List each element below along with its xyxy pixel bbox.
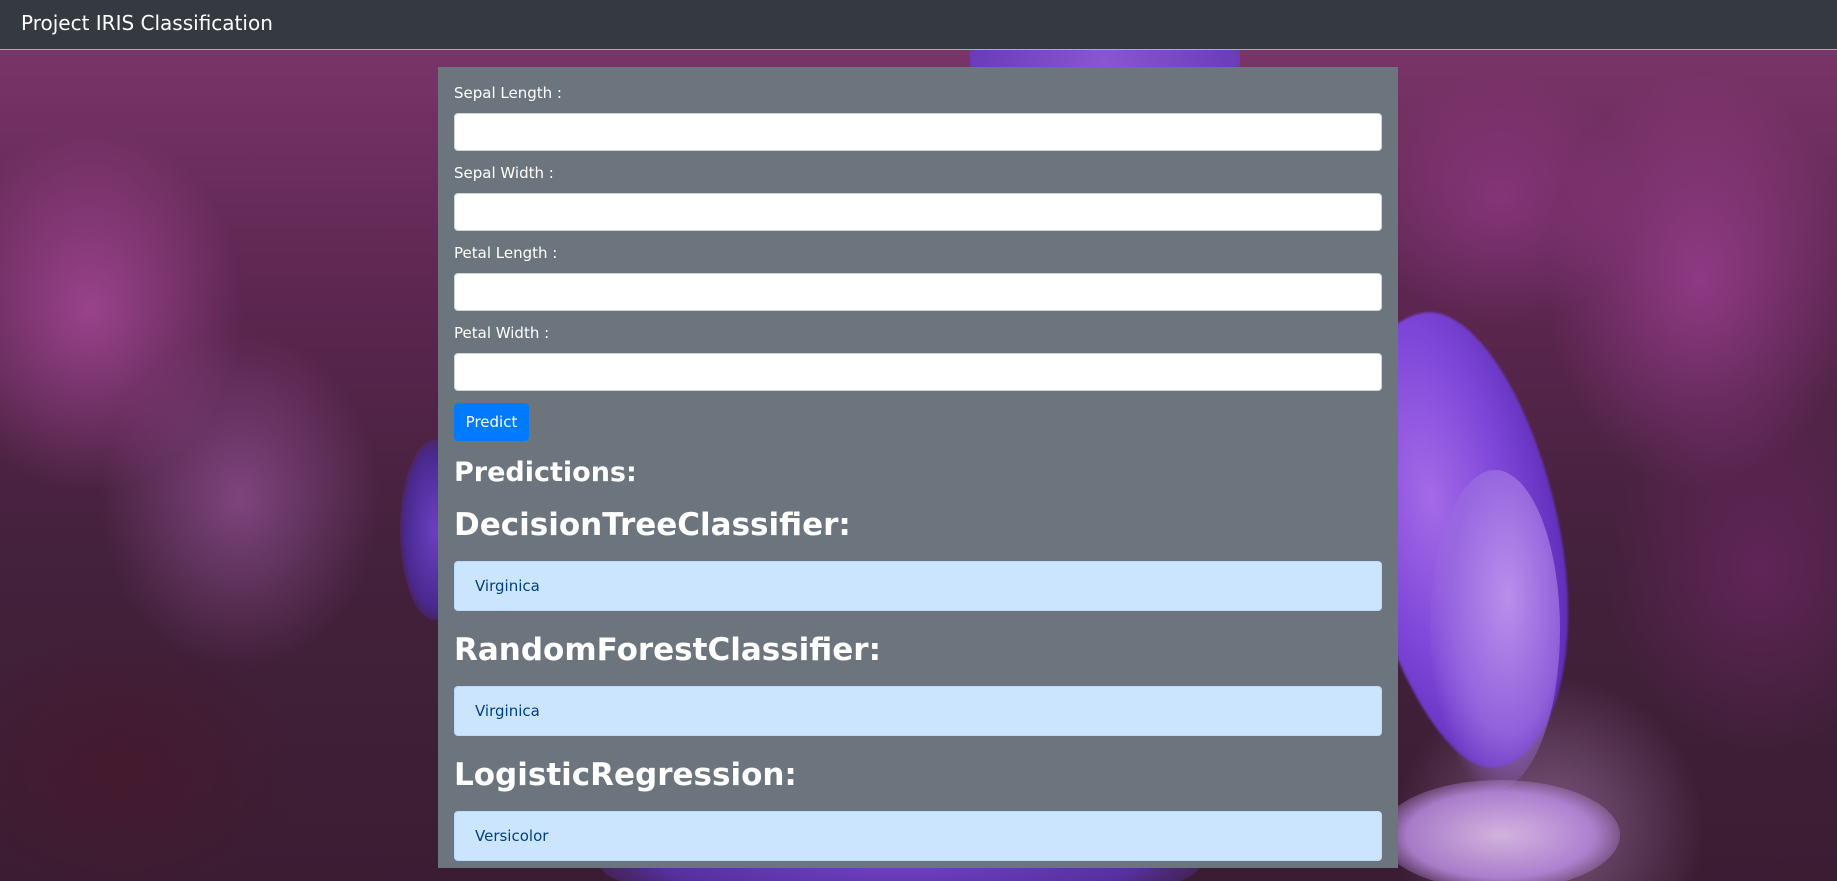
petal-length-label: Petal Length : [454,244,558,262]
model-name-logistic-regression: LogisticRegression: [454,757,797,793]
flower-petal-decoration [1430,470,1560,790]
petal-width-input[interactable] [454,353,1382,391]
model-name-decision-tree: DecisionTreeClassifier: [454,507,851,543]
sepal-length-label: Sepal Length : [454,84,562,102]
navbar-brand-link[interactable]: Project IRIS Classification [21,11,273,35]
sepal-width-label: Sepal Width : [454,164,554,182]
sepal-length-input[interactable] [454,113,1382,151]
prediction-result-logistic-regression: Versicolor [454,811,1382,861]
prediction-result-decision-tree: Virginica [454,561,1382,611]
prediction-result-random-forest: Virginica [454,686,1382,736]
predictions-heading: Predictions: [454,457,637,488]
petal-width-label: Petal Width : [454,324,550,342]
model-name-random-forest: RandomForestClassifier: [454,632,881,668]
predict-button[interactable]: Predict [454,403,529,441]
sepal-width-input[interactable] [454,193,1382,231]
prediction-card: Sepal Length : Sepal Width : Petal Lengt… [438,67,1398,868]
flower-petal-decoration [1380,780,1620,881]
navbar: Project IRIS Classification [0,0,1837,50]
iris-form: Sepal Length : Sepal Width : Petal Lengt… [454,83,1382,441]
petal-length-input[interactable] [454,273,1382,311]
